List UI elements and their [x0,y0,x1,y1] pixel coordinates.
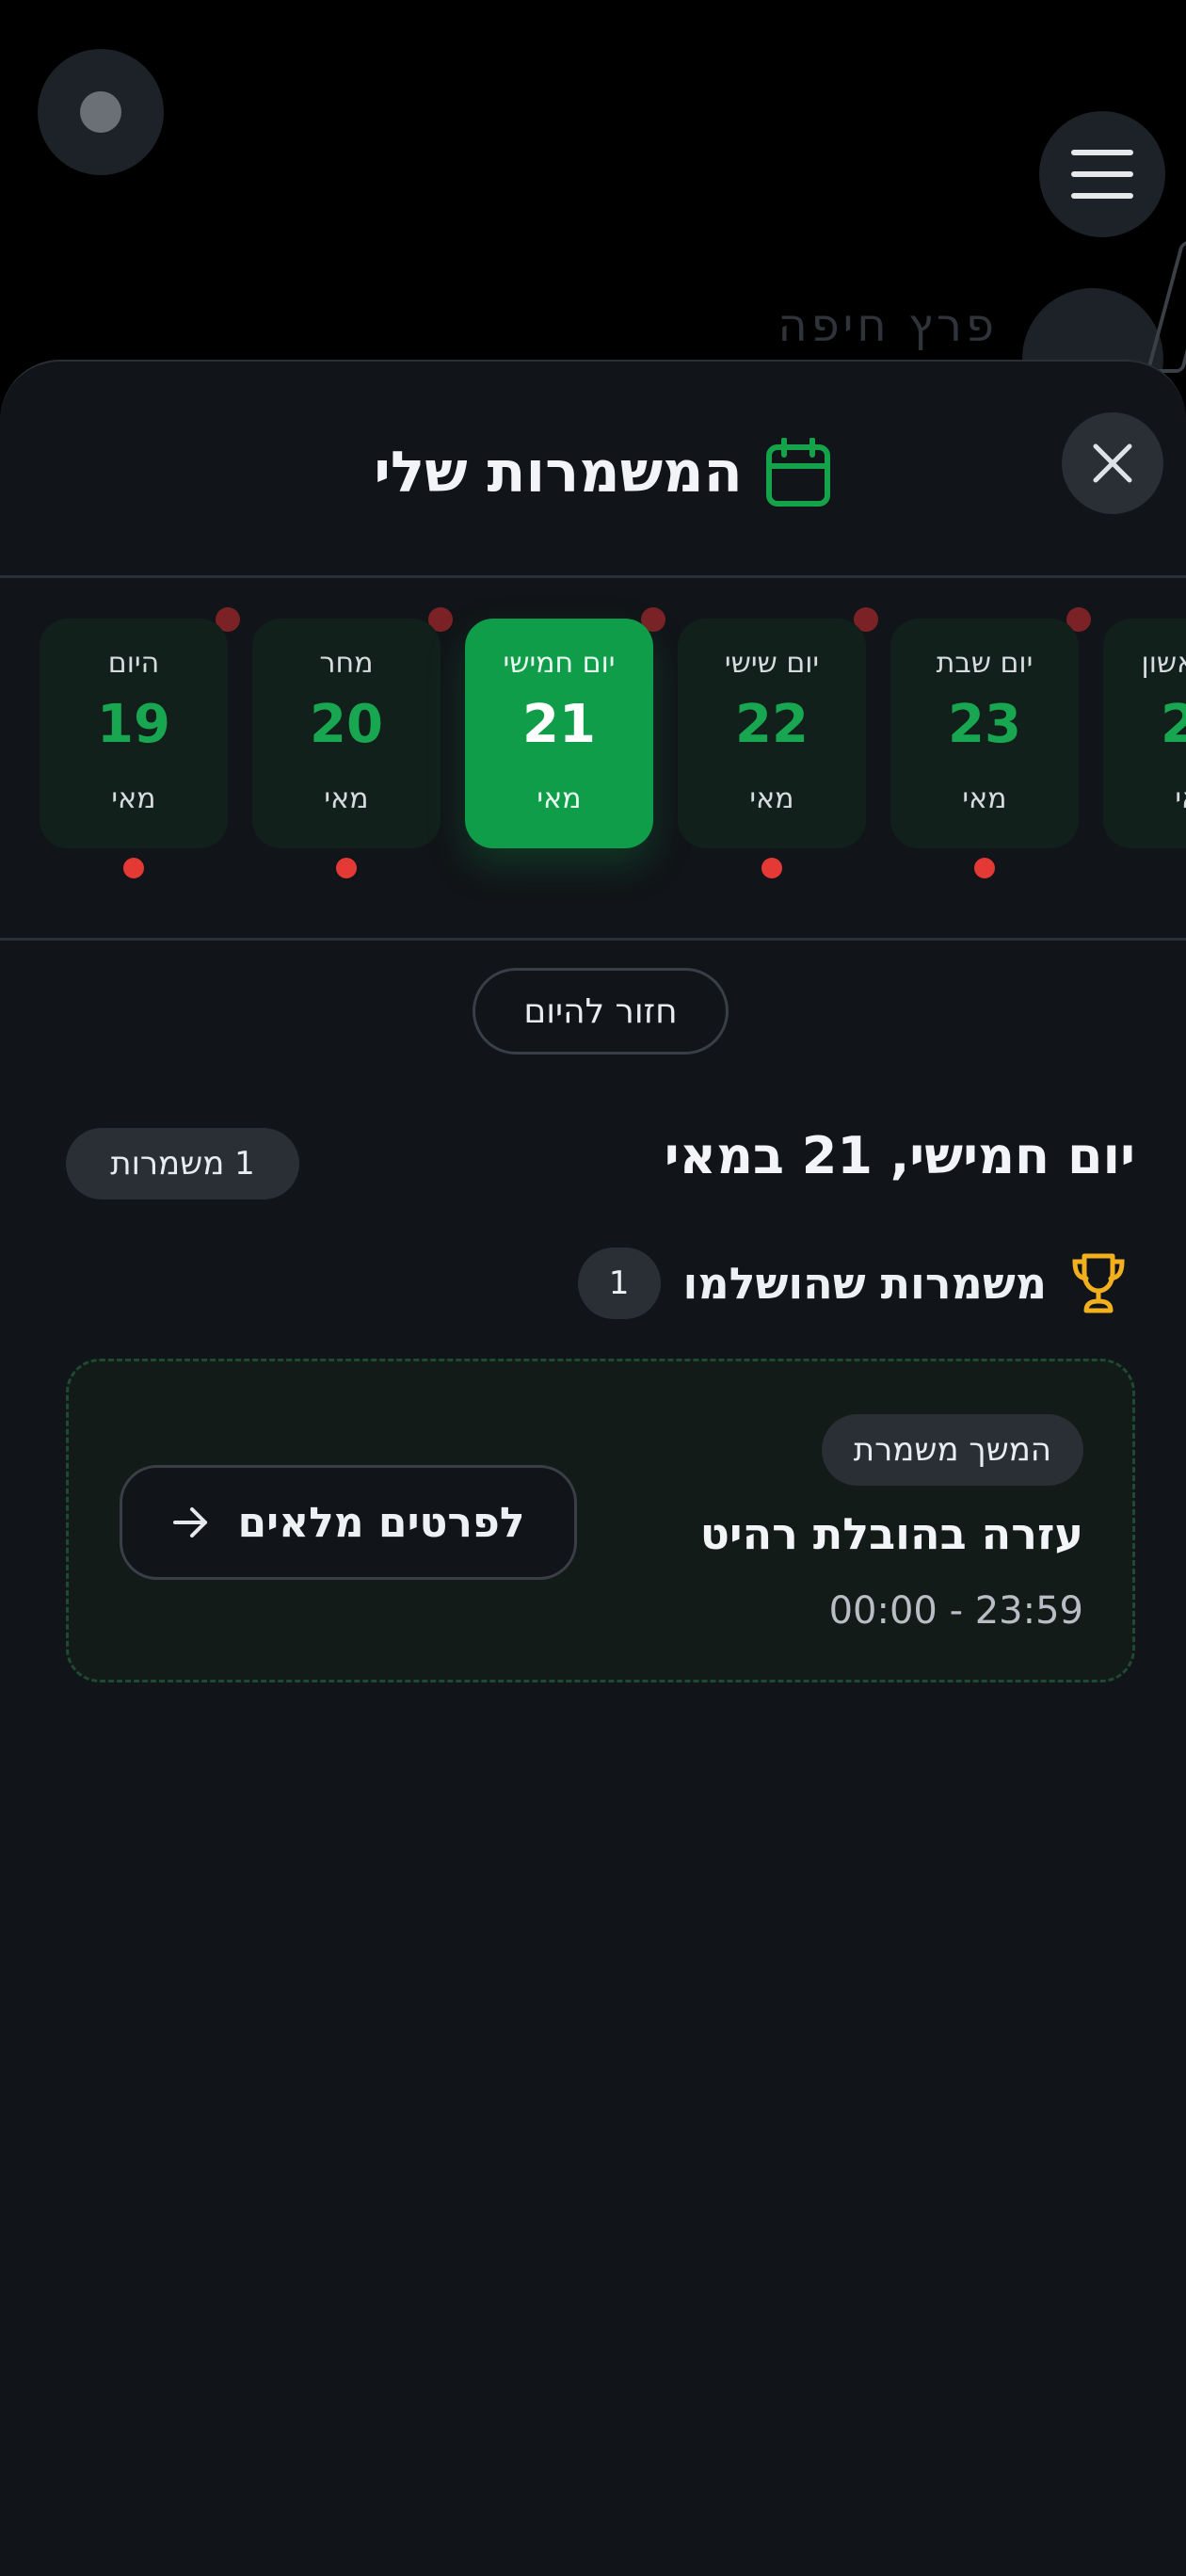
shift-type-tag: המשך משמרת [821,1414,1083,1486]
my-shifts-sheet: המשמרות שלי היום 19 מאי מחר 20 מאי יום ח… [0,360,1186,2576]
day-name: יום ראשון [1141,647,1186,680]
completed-shifts-label: משמרות שהושלמו [682,1258,1047,1309]
selected-date-heading: יום חמישי, 21 במאי [664,1126,1135,1185]
shift-time: 00:00 - 23:59 [828,1589,1083,1633]
full-details-label: לפרטים מלאים [237,1498,525,1547]
day-number: 24 [1103,694,1186,755]
sheet-header: המשמרות שלי [0,362,1186,578]
full-details-button[interactable]: לפרטים מלאים [120,1465,577,1580]
day-number: 22 [735,694,809,755]
day-month: מאי [749,782,794,815]
event-dot [336,858,357,878]
date-strip[interactable]: היום 19 מאי מחר 20 מאי יום חמישי 21 מאי … [0,581,1186,941]
day-number: 23 [948,694,1021,755]
day-name: יום שבת [936,647,1034,680]
completed-count-badge: 1 [577,1248,661,1319]
completed-shifts-row: משמרות שהושלמו 1 [577,1241,1128,1326]
close-icon [1093,443,1132,483]
day-month: מאי [111,782,156,815]
shift-count-badge: 1 משמרות [66,1128,299,1199]
shift-card[interactable]: המשך משמרת עזרה בהובלת רהיט 00:00 - 23:5… [66,1359,1135,1682]
shift-title: עזרה בהובלת רהיט [699,1508,1083,1559]
arrow-right-icon [172,1507,207,1538]
event-dot [123,858,144,878]
record-button[interactable] [38,49,164,175]
record-dot-icon [80,91,121,133]
menu-button[interactable] [1039,111,1165,237]
background-map: פרץ חיפה [0,0,1186,429]
calendar-icon [765,438,830,507]
day-month: מאי [1175,782,1186,815]
day-name: יום חמישי [503,647,616,680]
header-title-group: המשמרות שלי [348,426,857,520]
day-card-22[interactable]: יום שישי 22 מאי [678,619,866,848]
back-to-today-button[interactable]: חזור להיום [473,968,729,1055]
day-card-21-selected[interactable]: יום חמישי 21 מאי [465,619,653,848]
page-title: המשמרות שלי [374,440,743,506]
day-month: מאי [537,782,582,815]
day-name: מחר [319,647,374,680]
day-number: 20 [310,694,383,755]
day-name: יום שישי [724,647,820,680]
event-dot [761,858,782,878]
location-label: פרץ חיפה [777,299,998,352]
day-card-19[interactable]: היום 19 מאי [40,619,228,848]
day-number: 19 [97,694,170,755]
background-shape [1146,241,1186,373]
trophy-icon [1072,1253,1125,1313]
day-card-20[interactable]: מחר 20 מאי [252,619,441,848]
day-card-24[interactable]: יום ראשון 24 מאי [1103,619,1186,848]
day-month: מאי [324,782,369,815]
event-dot [974,858,995,878]
day-card-23[interactable]: יום שבת 23 מאי [890,619,1079,848]
hamburger-icon [1071,150,1133,199]
day-number: 21 [522,694,596,755]
day-name: היום [107,647,160,680]
close-button[interactable] [1062,412,1163,514]
day-month: מאי [962,782,1007,815]
